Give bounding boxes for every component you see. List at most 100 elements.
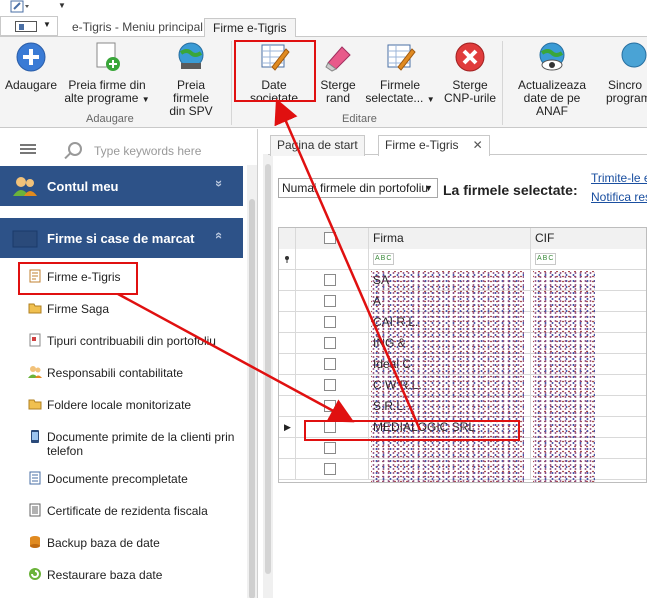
current-row-icon: ▶ <box>284 422 291 432</box>
adaugare-button[interactable]: Adaugare <box>5 41 57 92</box>
row-indicator: ▶ <box>279 417 296 438</box>
grid-header-select <box>296 228 369 249</box>
document-icon <box>29 471 41 485</box>
row-checkbox[interactable] <box>324 442 336 454</box>
main-content: Pagina de start Firme e-Tigris ✕ Numai fi… <box>258 129 647 598</box>
chevron-up-icon: « <box>211 231 227 240</box>
grid-header-row: Firma CIF <box>279 228 646 249</box>
annotation-box-date-societate <box>234 40 316 102</box>
actualizeaza-anaf-button[interactable]: Actualizeaza date de pe ANAF <box>508 41 596 118</box>
select-all-checkbox[interactable] <box>324 232 336 244</box>
preia-firme-button[interactable]: Preia firme din alte programe ▼ <box>62 41 152 106</box>
tab-firme-etigris-doc[interactable]: Firme e-Tigris ✕ <box>378 135 490 156</box>
row-checkbox[interactable] <box>324 463 336 475</box>
tab-firme-etigris[interactable]: Firme e-Tigris <box>204 18 296 37</box>
row-checkbox[interactable] <box>324 400 336 412</box>
document-icon <box>29 333 41 347</box>
sidebar-scrollbar[interactable] <box>247 165 257 598</box>
text-filter-icon: ABC <box>535 253 557 265</box>
row-indicator <box>279 333 296 354</box>
company-icon <box>12 226 38 250</box>
row-select-cell <box>296 354 369 375</box>
grid-header-indicator <box>279 228 296 249</box>
section-firme-case-marcat[interactable]: Firme si case de marcat « <box>0 218 243 258</box>
row-select-cell <box>296 291 369 312</box>
sincro-button[interactable]: Sincro program <box>604 41 647 105</box>
row-checkbox[interactable] <box>324 379 336 391</box>
portofoliu-select[interactable]: Numai firmele din portofoliu ▼ <box>278 178 438 198</box>
app-menu-icon <box>15 21 37 32</box>
row-select-cell <box>296 312 369 333</box>
section-contul-meu[interactable]: Contul meu » <box>0 166 243 206</box>
row-select-cell <box>296 396 369 417</box>
row-indicator <box>279 270 296 291</box>
chevron-down-icon: ▼ <box>424 183 433 193</box>
chevron-down-icon: » <box>211 179 227 188</box>
eraser-icon <box>322 41 354 73</box>
quick-access-dropdown-icon[interactable]: ▼ <box>58 1 66 10</box>
chevron-down-icon: ▼ <box>426 95 435 104</box>
close-icon[interactable]: ✕ <box>473 138 483 152</box>
scrollbar-thumb[interactable] <box>265 164 271 574</box>
row-indicator <box>279 459 296 480</box>
chevron-down-icon: ▼ <box>141 95 150 104</box>
firmele-selectate-button[interactable]: Firmele selectate... ▼ <box>364 41 436 106</box>
people-icon <box>28 366 42 378</box>
folder-icon <box>28 399 42 410</box>
hamburger-menu-icon[interactable] <box>20 144 36 154</box>
row-select-cell <box>296 459 369 480</box>
row-indicator <box>279 291 296 312</box>
filter-cell-select <box>296 249 369 270</box>
row-indicator <box>279 396 296 417</box>
group-label-adaugare: Adaugare <box>86 113 134 125</box>
action-links: Trimite-le em Notifica rest <box>591 169 647 207</box>
selected-label: La firmele selectate: <box>443 182 578 198</box>
content-scrollbar[interactable] <box>263 154 273 598</box>
row-select-cell <box>296 375 369 396</box>
ribbon: Adaugare Preia firme din alte programe ▼… <box>0 37 647 128</box>
restore-icon <box>29 568 41 580</box>
delete-icon <box>454 41 486 73</box>
row-checkbox[interactable] <box>324 295 336 307</box>
text-filter-icon: ABC <box>373 253 395 265</box>
row-checkbox[interactable] <box>324 337 336 349</box>
sterge-rand-button[interactable]: Sterge rand <box>316 41 360 105</box>
globe-icon <box>175 41 207 73</box>
row-checkbox[interactable] <box>324 358 336 370</box>
firme-grid: Firma CIF ABC ABC SAACAI R.L. ING & Idea… <box>278 227 647 483</box>
certificate-icon <box>29 503 41 517</box>
group-separator <box>231 41 232 125</box>
preia-spv-button[interactable]: Preia firmele din SPV <box>158 41 224 118</box>
filter-cell-cif[interactable]: ABC <box>531 249 646 270</box>
grid-header-cif[interactable]: CIF <box>531 228 646 249</box>
row-checkbox[interactable] <box>324 316 336 328</box>
search-input[interactable]: Type keywords here <box>94 144 201 158</box>
row-select-cell <box>296 270 369 291</box>
folder-icon <box>28 303 42 314</box>
row-select-cell <box>296 333 369 354</box>
grid-header-firma[interactable]: Firma <box>369 228 531 249</box>
tab-pagina-start[interactable]: Pagina de start <box>270 135 365 156</box>
quick-access-toolbar: ▼ <box>0 0 647 15</box>
add-icon <box>15 41 47 73</box>
trimite-link[interactable]: Trimite-le em <box>591 169 647 188</box>
database-icon <box>30 536 40 548</box>
annotation-box-medialogic <box>304 420 520 441</box>
sync-icon <box>618 41 647 73</box>
filter-cell-firma[interactable]: ABC <box>369 249 531 270</box>
edit-quick-icon[interactable] <box>10 0 32 13</box>
chevron-down-icon: ▼ <box>43 20 51 29</box>
tab-meniu-principal[interactable]: e-Tigris - Meniu principal <box>64 18 211 37</box>
annotation-box-firme-etigris <box>18 262 138 295</box>
redacted-firma-values <box>371 271 524 482</box>
document-tabs: Pagina de start Firme e-Tigris ✕ <box>268 133 647 156</box>
sterge-cnp-button[interactable]: Sterge CNP-urile <box>442 41 498 105</box>
notifica-link[interactable]: Notifica rest <box>591 188 647 207</box>
scrollbar-thumb[interactable] <box>249 199 255 598</box>
edit-table-icon <box>384 41 416 73</box>
row-checkbox[interactable] <box>324 274 336 286</box>
application-menu-button[interactable]: ▼ <box>0 16 58 36</box>
row-indicator <box>279 312 296 333</box>
left-navigation-panel: Type keywords here Contul meu » Firme si… <box>0 129 258 598</box>
nav-search-row: Type keywords here <box>0 129 258 165</box>
